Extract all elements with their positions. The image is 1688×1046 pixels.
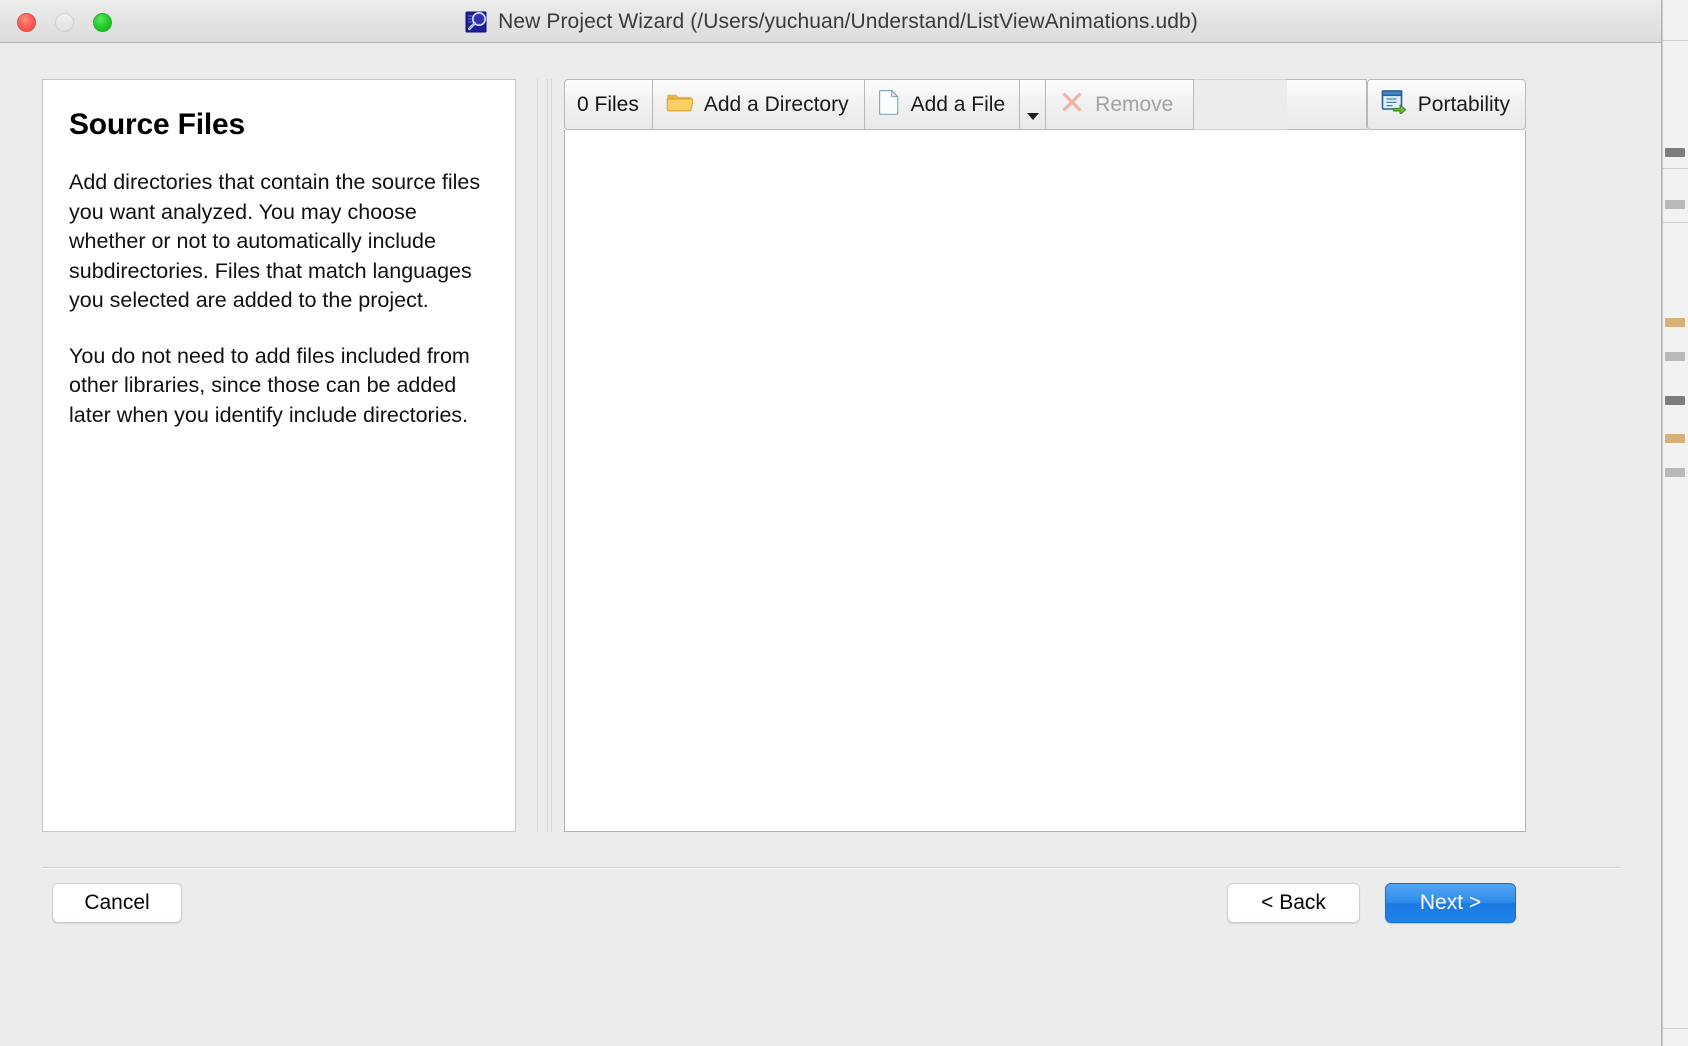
source-files-list[interactable] [564,130,1526,832]
background-ui-fragment [1665,148,1685,157]
splitter-groove-line [547,79,548,832]
cancel-button-label: Cancel [84,891,150,914]
chevron-down-icon [1027,113,1040,120]
panel-splitter[interactable] [534,79,558,832]
background-ui-fragment [1665,352,1685,361]
understand-magnifier-icon [463,9,489,35]
background-window-sliver [1662,0,1688,1046]
document-icon [878,88,900,121]
background-divider [1663,168,1688,169]
background-ui-fragment [1665,200,1685,209]
files-panel: 0 Files Add a Directory Add a File Remov… [564,79,1526,832]
window-titlebar[interactable]: New Project Wizard (/Users/yuchuan/Under… [0,0,1661,43]
x-mark-icon [1060,90,1084,120]
window-export-icon [1381,89,1407,120]
new-project-wizard-dialog: New Project Wizard (/Users/yuchuan/Under… [0,0,1662,1046]
splitter-groove-line [551,79,552,832]
background-divider [1663,1028,1688,1029]
minimize-window-button[interactable] [55,13,74,32]
footer-divider [42,867,1619,869]
next-button-label: Next > [1419,891,1482,914]
description-panel: Source Files Add directories that contai… [42,79,516,832]
portability-label: Portability [1417,92,1510,116]
description-paragraph-2: You do not need to add files included fr… [69,343,470,427]
background-ui-fragment [1665,396,1685,405]
remove-label: Remove [1095,92,1174,116]
window-title-area: New Project Wizard (/Users/yuchuan/Under… [0,0,1661,43]
file-count-label: 0 Files [564,79,653,130]
background-ui-fragment [1665,434,1685,443]
add-file-menu-button[interactable] [1020,79,1047,130]
back-button-label: < Back [1261,891,1326,914]
portability-button[interactable]: Portability [1366,79,1526,130]
background-ui-fragment [1665,318,1685,327]
remove-button: Remove [1046,79,1195,130]
add-file-label: Add a File [910,92,1006,116]
description-paragraph-1: Add directories that contain the source … [69,170,481,312]
next-button[interactable]: Next > [1385,883,1516,923]
add-file-button[interactable]: Add a File [864,79,1021,130]
toolbar-spacer [1194,79,1287,130]
toolbar-empty-segment [1286,79,1367,130]
splitter-groove-line [537,79,538,832]
background-ui-fragment [1665,468,1685,477]
back-button[interactable]: < Back [1227,883,1360,923]
background-divider [1663,40,1688,41]
window-title: New Project Wizard (/Users/yuchuan/Under… [498,9,1198,33]
add-directory-label: Add a Directory [703,92,849,116]
folder-icon [666,91,694,119]
close-window-button[interactable] [17,13,36,32]
page-title: Source Files [69,108,246,141]
zoom-window-button[interactable] [93,13,112,32]
dialog-body: Source Files Add directories that contai… [0,43,1661,1046]
files-toolbar: 0 Files Add a Directory Add a File Remov… [564,79,1526,130]
background-divider [1663,222,1688,223]
cancel-button[interactable]: Cancel [52,883,182,923]
add-directory-button[interactable]: Add a Directory [652,79,865,130]
